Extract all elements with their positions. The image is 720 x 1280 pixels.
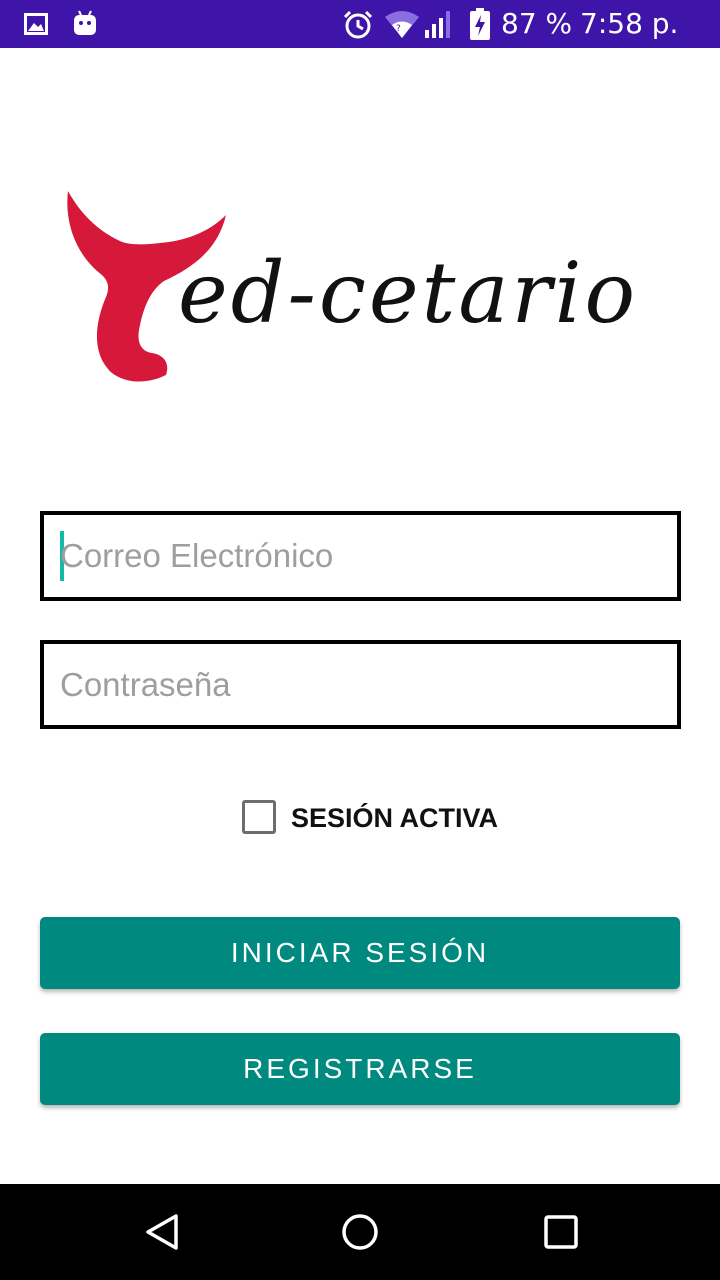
- register-button[interactable]: REGISTRARSE: [40, 1033, 680, 1105]
- wifi-icon: ?: [384, 10, 420, 45]
- navigation-bar: [0, 1184, 720, 1280]
- keep-session-checkbox[interactable]: [242, 800, 276, 834]
- password-field[interactable]: [40, 640, 681, 729]
- brand-wordmark: ed-cetario: [178, 244, 639, 342]
- password-input[interactable]: [60, 644, 650, 725]
- home-icon[interactable]: [340, 1212, 380, 1252]
- svg-text:?: ?: [396, 24, 401, 34]
- alarm-icon: [342, 9, 374, 46]
- app-logo: ed-cetario: [60, 185, 660, 390]
- gallery-icon: [24, 13, 48, 40]
- battery-charging-icon: [470, 8, 490, 45]
- battery-percent: 87 %: [501, 7, 573, 40]
- status-bar: ? 87 % 7:58 p. m.: [0, 0, 720, 74]
- android-icon: [72, 9, 98, 42]
- email-field[interactable]: [40, 511, 681, 601]
- recents-icon[interactable]: [541, 1212, 581, 1252]
- login-button[interactable]: INICIAR SESIÓN: [40, 917, 680, 989]
- keep-session-label[interactable]: SESIÓN ACTIVA: [291, 801, 498, 835]
- email-input[interactable]: [60, 515, 650, 597]
- back-icon[interactable]: [142, 1212, 182, 1252]
- status-time: 7:58 p. m.: [580, 7, 679, 74]
- signal-icon: [424, 10, 452, 43]
